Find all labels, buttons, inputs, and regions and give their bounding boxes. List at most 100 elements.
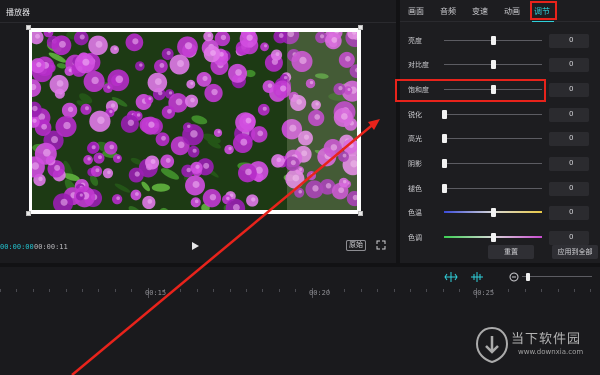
active-tab-indicator — [532, 21, 554, 22]
tab-bar: 画面 音频 变速 动画 调节 — [400, 0, 600, 22]
ruler-tick — [197, 289, 198, 292]
ruler-tick — [98, 289, 99, 292]
zoom-slider-thumb[interactable] — [526, 273, 530, 281]
ruler-tick — [525, 289, 526, 292]
annotation-box — [530, 1, 557, 20]
highlight-value-input[interactable]: 0 — [549, 132, 589, 146]
fade-value-input[interactable]: 0 — [549, 182, 589, 196]
ratio-button[interactable]: 原始 — [346, 240, 366, 251]
crop-handle[interactable] — [358, 211, 363, 216]
sharpen-slider-thumb[interactable] — [442, 110, 447, 119]
saturation-value-input[interactable]: 0 — [549, 83, 589, 97]
adjust-value: 0 — [569, 85, 574, 93]
adjust-value: 0 — [569, 60, 574, 68]
ruler-tick — [49, 289, 50, 292]
zoom-out-button[interactable] — [509, 272, 519, 282]
current-time: 00:00:00 — [0, 243, 34, 251]
ruler-tick — [246, 289, 247, 292]
brightness-value-input[interactable]: 0 — [549, 34, 589, 48]
tab-animation[interactable]: 动画 — [504, 6, 520, 17]
adjust-label: 褪色 — [408, 185, 422, 193]
ruler-tick — [279, 289, 280, 292]
tab-audio[interactable]: 音频 — [440, 6, 456, 17]
ruler-tick — [377, 289, 378, 292]
adjust-row-brightness: 亮度 0 — [400, 33, 600, 49]
ruler-tick — [344, 289, 345, 292]
fade-slider-thumb[interactable] — [442, 184, 447, 193]
adjust-label: 亮度 — [408, 37, 422, 45]
adjust-row-sharpen: 锐化 0 — [400, 107, 600, 123]
ruler-tick — [590, 289, 591, 292]
minus-circle-icon — [509, 272, 519, 282]
magnet-icon — [444, 272, 458, 282]
sharpen-value-input[interactable]: 0 — [549, 108, 589, 122]
snap-button[interactable] — [444, 272, 458, 282]
ruler-tick — [394, 289, 395, 292]
temperature-slider-thumb[interactable] — [491, 208, 496, 217]
adjust-label: 色温 — [408, 209, 422, 217]
highlight-slider[interactable] — [444, 138, 542, 139]
video-preview[interactable] — [26, 25, 363, 216]
shadow-slider-thumb[interactable] — [442, 159, 447, 168]
shadow-slider[interactable] — [444, 163, 542, 164]
adjust-label: 色调 — [408, 234, 422, 242]
ruler-tick — [66, 289, 67, 292]
crop-handle[interactable] — [26, 25, 31, 30]
adjust-row-highlight: 高光 0 — [400, 131, 600, 147]
tab-speed[interactable]: 变速 — [472, 6, 488, 17]
ruler-tick — [131, 289, 132, 292]
link-icon — [471, 272, 483, 282]
ruler-tick — [574, 289, 575, 292]
adjust-row-fade: 褪色 0 — [400, 181, 600, 197]
sharpen-slider[interactable] — [444, 114, 542, 115]
adjust-value: 0 — [569, 159, 574, 167]
crop-handle[interactable] — [26, 211, 31, 216]
adjust-label: 锐化 — [408, 111, 422, 119]
play-button[interactable] — [190, 241, 200, 251]
tab-picture[interactable]: 画面 — [408, 6, 424, 17]
timeline-toolbar — [0, 267, 600, 287]
fullscreen-button[interactable] — [376, 240, 386, 250]
player-panel: 播放器 00:00:00 00:00:11 原始 — [0, 0, 396, 263]
zoom-slider[interactable] — [522, 276, 592, 277]
ruler-tick — [295, 289, 296, 292]
highlight-slider-thumb[interactable] — [442, 134, 447, 143]
shadow-value-input[interactable]: 0 — [549, 157, 589, 171]
watermark-text: 当下软件园 — [511, 332, 582, 347]
ruler-tick — [16, 289, 17, 292]
ruler-tick — [443, 289, 444, 292]
flower-photo — [32, 32, 357, 210]
play-icon — [192, 242, 199, 250]
brightness-slider-thumb[interactable] — [491, 36, 496, 45]
apply-all-button[interactable]: 应用到全部 — [552, 245, 598, 259]
adjust-value: 0 — [569, 134, 574, 142]
ruler-tick — [508, 289, 509, 292]
ruler-tick — [213, 289, 214, 292]
ruler-tick — [180, 289, 181, 292]
adjust-value: 0 — [569, 208, 574, 216]
adjust-label: 高光 — [408, 135, 422, 143]
adjust-footer: 重置 应用到全部 — [400, 243, 600, 263]
adjust-row-shadow: 阴影 0 — [400, 156, 600, 172]
temperature-value-input[interactable]: 0 — [549, 206, 589, 220]
ruler-label: 00:20 — [309, 289, 331, 297]
adjust-value: 0 — [569, 110, 574, 118]
ruler-tick — [115, 289, 116, 292]
fade-slider[interactable] — [444, 188, 542, 189]
ruler-tick — [230, 289, 231, 292]
crop-handle[interactable] — [358, 25, 363, 30]
adjust-value: 0 — [569, 184, 574, 192]
divider — [0, 22, 396, 23]
link-button[interactable] — [470, 272, 484, 282]
ruler-tick — [459, 289, 460, 292]
adjust-panel: 画面 音频 变速 动画 调节 亮度 0 对比度 0 饱和度 0 锐化 0 高光 0 阴影 0 褪色 0 色温… — [400, 0, 600, 263]
tint-slider-thumb[interactable] — [491, 233, 496, 242]
fullscreen-icon — [376, 240, 386, 250]
contrast-value-input[interactable]: 0 — [549, 58, 589, 72]
reset-button[interactable]: 重置 — [488, 245, 534, 259]
adjust-value: 0 — [569, 233, 574, 241]
adjust-label: 对比度 — [408, 61, 429, 69]
annotation-box — [395, 79, 546, 102]
timeline: 00:15 00:20 00:25 — [0, 267, 600, 375]
contrast-slider-thumb[interactable] — [491, 60, 496, 69]
